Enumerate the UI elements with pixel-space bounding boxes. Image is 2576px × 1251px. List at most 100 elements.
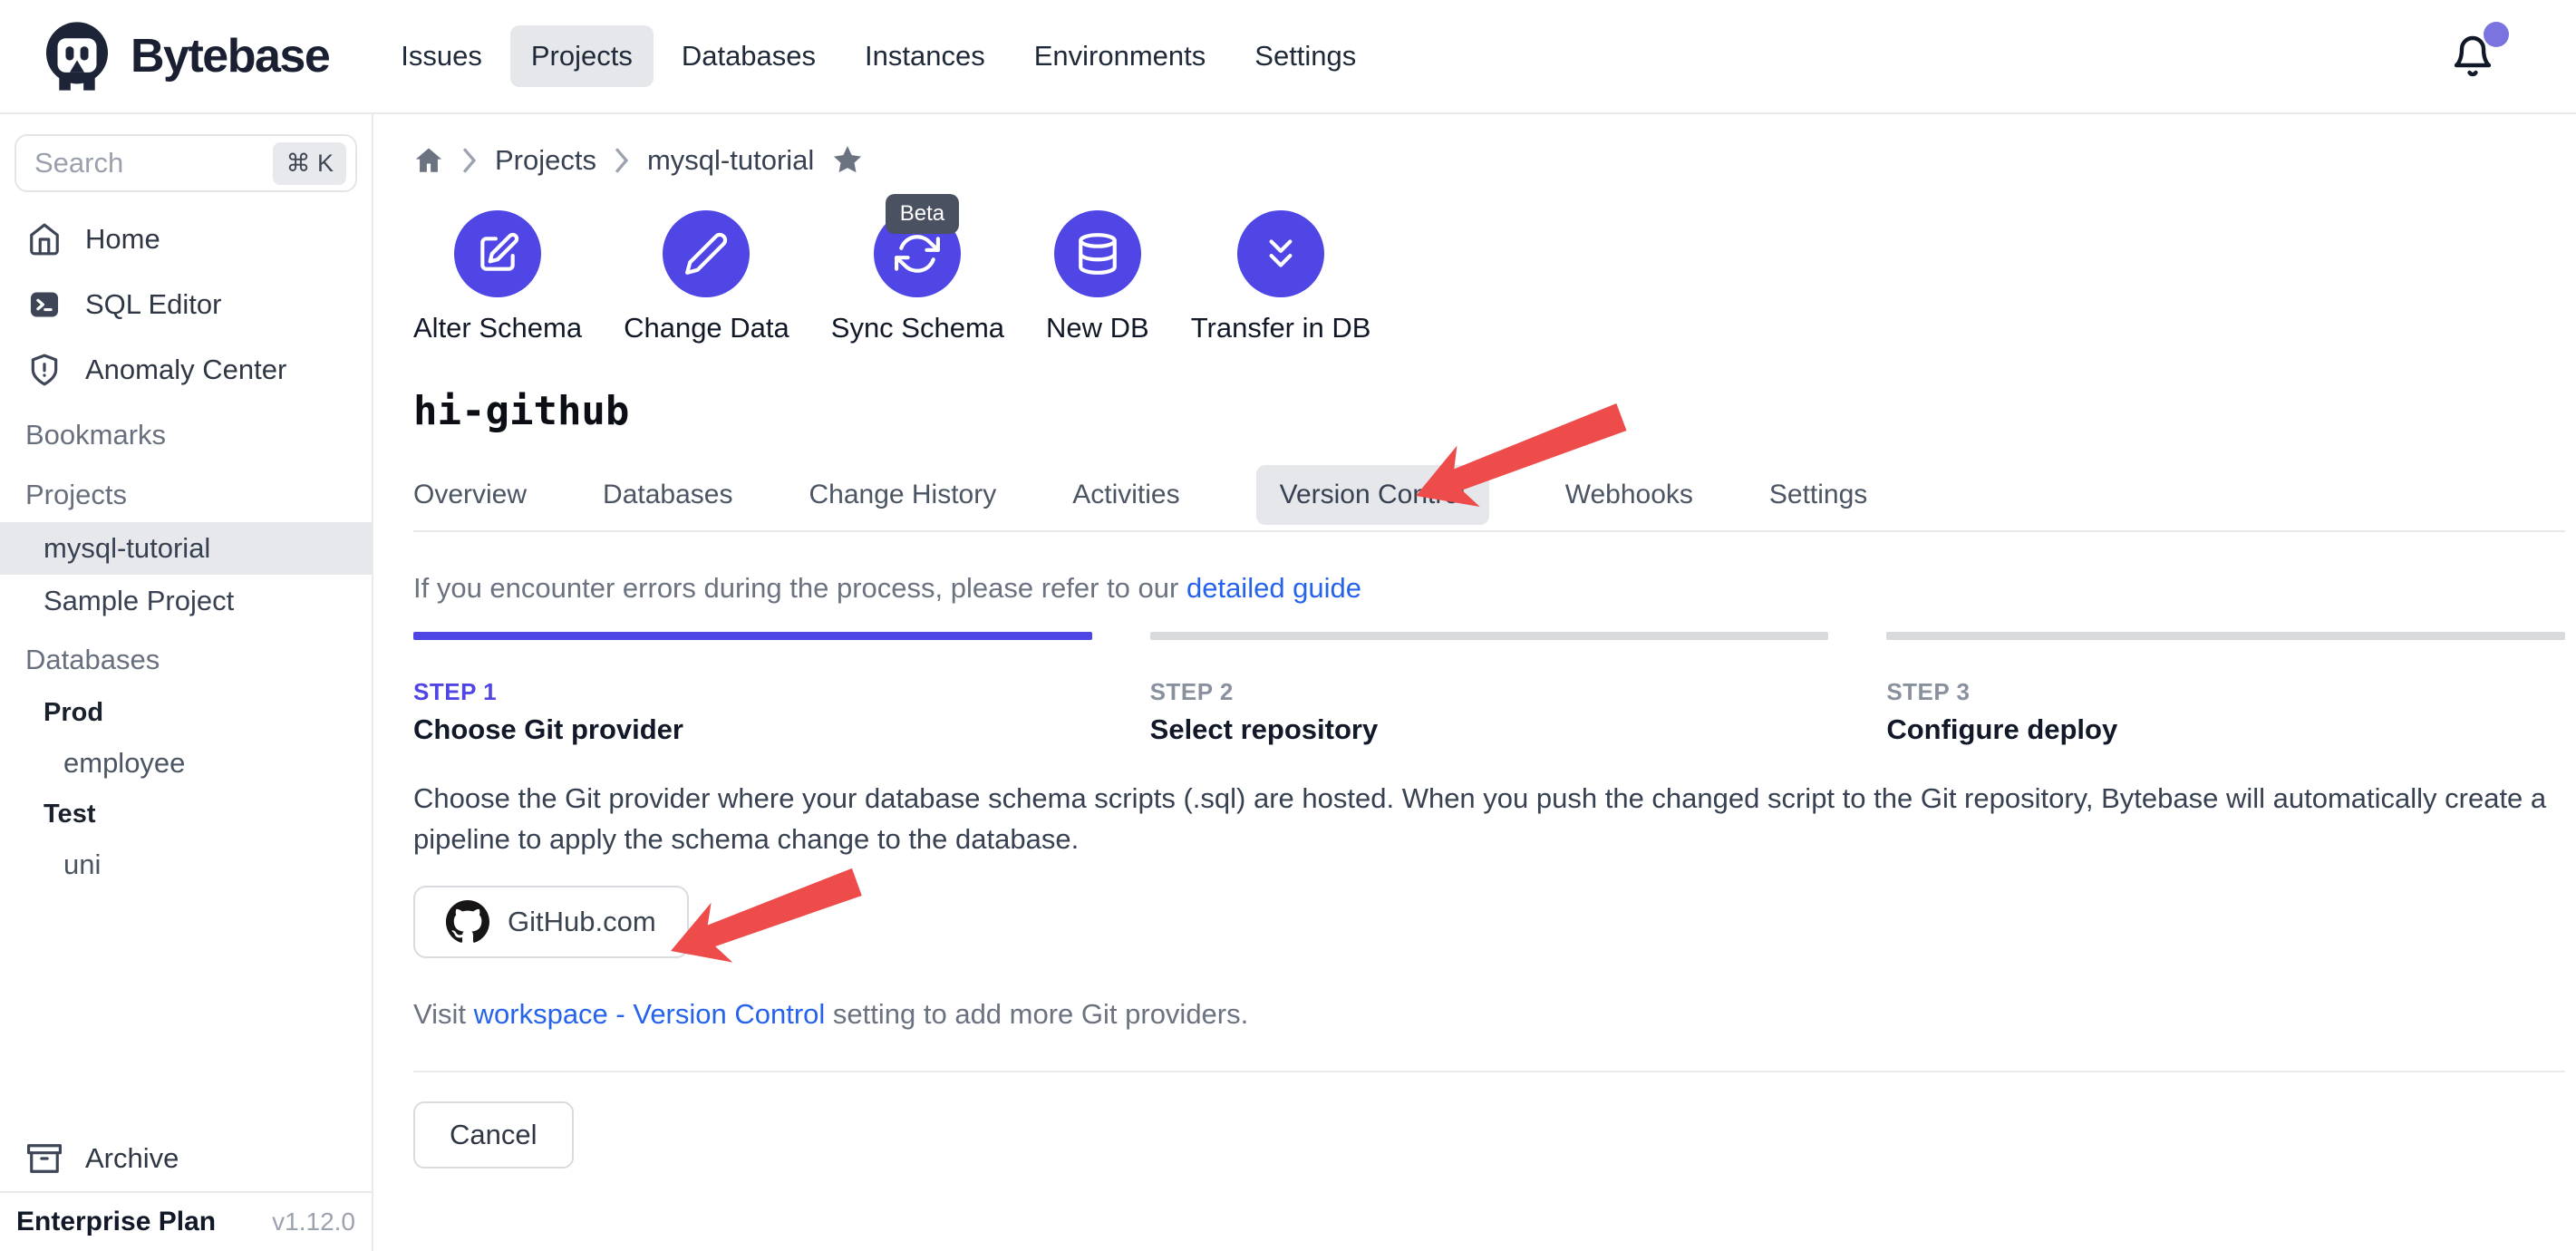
wizard-steps: STEP 1 Choose Git provider STEP 2 Select… — [413, 632, 2565, 746]
action-sync-schema[interactable]: Beta Sync Schema — [831, 210, 1004, 344]
step-label: STEP 3 — [1886, 678, 2565, 706]
notification-bell-icon[interactable] — [2451, 34, 2494, 78]
step-3: STEP 3 Configure deploy — [1886, 632, 2565, 746]
environment-prod: Prod — [0, 687, 372, 738]
tab-change-history[interactable]: Change History — [809, 480, 996, 510]
notice-text: If you encounter errors during the proce… — [413, 572, 1186, 604]
environment-test: Test — [0, 789, 372, 839]
sidebar-item-label: Archive — [85, 1142, 179, 1175]
app-version: v1.12.0 — [272, 1207, 355, 1236]
sidebar-item-label: Home — [85, 223, 160, 256]
chevrons-down-icon — [1258, 231, 1303, 276]
footer-divider — [413, 1071, 2565, 1072]
visit-prefix: Visit — [413, 998, 474, 1030]
detailed-guide-link[interactable]: detailed guide — [1186, 572, 1361, 604]
search-input[interactable] — [34, 147, 273, 179]
sync-icon — [895, 231, 940, 276]
sidebar-item-label: SQL Editor — [85, 288, 221, 321]
breadcrumb-home-icon[interactable] — [413, 145, 444, 176]
sidebar-item-archive[interactable]: Archive — [0, 1126, 372, 1191]
cancel-button[interactable]: Cancel — [413, 1101, 574, 1169]
tab-webhooks[interactable]: Webhooks — [1565, 480, 1693, 510]
transfer-in-db-button[interactable] — [1237, 210, 1324, 297]
shield-alert-icon — [27, 353, 62, 387]
action-alter-schema[interactable]: Alter Schema — [413, 210, 582, 344]
step-label: STEP 2 — [1150, 678, 1829, 706]
section-label-bookmarks: Bookmarks — [0, 402, 372, 462]
breadcrumb-current-project[interactable]: mysql-tutorial — [647, 144, 814, 177]
archive-icon — [27, 1141, 62, 1176]
nav-settings[interactable]: Settings — [1234, 25, 1377, 87]
new-db-button[interactable] — [1054, 210, 1141, 297]
workspace-version-control-link[interactable]: workspace - Version Control — [474, 998, 826, 1030]
chevron-right-icon — [460, 147, 479, 174]
alter-schema-button[interactable] — [454, 210, 541, 297]
action-label: New DB — [1046, 312, 1149, 344]
change-data-button[interactable] — [663, 210, 750, 297]
action-label: Transfer in DB — [1191, 312, 1371, 344]
sidebar-item-anomaly-center[interactable]: Anomaly Center — [0, 337, 372, 402]
sidebar-footer: Enterprise Plan v1.12.0 — [0, 1191, 372, 1251]
bytebase-logo[interactable]: Bytebase — [38, 17, 329, 95]
bytebase-logo-icon — [38, 17, 116, 95]
action-label: Alter Schema — [413, 312, 582, 344]
visit-workspace-note: Visit workspace - Version Control settin… — [413, 998, 2565, 1031]
home-icon — [27, 222, 62, 257]
sidebar: ⌘ K Home SQL Editor Anomaly Center Bookm… — [0, 114, 373, 1251]
step-label: STEP 1 — [413, 678, 1092, 706]
tab-databases[interactable]: Databases — [603, 480, 732, 510]
nav-environments[interactable]: Environments — [1013, 25, 1227, 87]
nav-projects[interactable]: Projects — [510, 25, 654, 87]
sidebar-database-employee[interactable]: employee — [0, 738, 372, 789]
sidebar-item-sql-editor[interactable]: SQL Editor — [0, 272, 372, 337]
tab-settings[interactable]: Settings — [1769, 480, 1867, 510]
project-tabs: Overview Databases Change History Activi… — [413, 460, 2565, 532]
action-change-data[interactable]: Change Data — [624, 210, 789, 344]
step-progress-bar — [1150, 632, 1829, 640]
error-notice: If you encounter errors during the proce… — [413, 572, 2565, 605]
github-provider-label: GitHub.com — [508, 906, 656, 938]
favorite-star-icon[interactable] — [830, 143, 865, 178]
sidebar-project-mysql-tutorial[interactable]: mysql-tutorial — [0, 522, 372, 575]
search-box: ⌘ K — [15, 134, 357, 192]
step-progress-bar — [413, 632, 1092, 640]
database-icon — [1075, 231, 1120, 276]
github-icon — [446, 900, 489, 944]
sidebar-database-uni[interactable]: uni — [0, 839, 372, 890]
top-nav: Issues Projects Databases Instances Envi… — [380, 25, 1377, 87]
breadcrumb-projects[interactable]: Projects — [495, 144, 596, 177]
sidebar-project-sample-project[interactable]: Sample Project — [0, 575, 372, 627]
search-shortcut-key: ⌘ K — [273, 142, 346, 185]
unread-notification-dot — [2484, 22, 2509, 47]
step-1: STEP 1 Choose Git provider — [413, 632, 1092, 746]
nav-databases[interactable]: Databases — [661, 25, 837, 87]
step-title: Choose Git provider — [413, 713, 1092, 746]
tab-overview[interactable]: Overview — [413, 480, 527, 510]
step-progress-bar — [1886, 632, 2565, 640]
tab-activities[interactable]: Activities — [1072, 480, 1179, 510]
plan-name: Enterprise Plan — [16, 1207, 216, 1237]
action-new-db[interactable]: New DB — [1046, 210, 1149, 344]
visit-suffix: setting to add more Git providers. — [825, 998, 1248, 1030]
chevron-right-icon — [613, 147, 631, 174]
sidebar-item-home[interactable]: Home — [0, 207, 372, 272]
top-header: Bytebase Issues Projects Databases Insta… — [0, 0, 2576, 114]
breadcrumb: Projects mysql-tutorial — [413, 143, 2565, 178]
beta-badge: Beta — [886, 194, 959, 234]
page-title: hi-github — [413, 388, 2565, 434]
edit-square-icon — [475, 231, 520, 276]
nav-issues[interactable]: Issues — [380, 25, 503, 87]
step-2: STEP 2 Select repository — [1150, 632, 1829, 746]
section-label-projects: Projects — [0, 462, 372, 522]
nav-instances[interactable]: Instances — [844, 25, 1006, 87]
brand-name: Bytebase — [131, 29, 329, 83]
tab-version-control[interactable]: Version Control — [1256, 465, 1489, 525]
pencil-icon — [683, 231, 729, 276]
action-transfer-in-db[interactable]: Transfer in DB — [1191, 210, 1371, 344]
action-label: Sync Schema — [831, 312, 1004, 344]
github-provider-button[interactable]: GitHub.com — [413, 886, 689, 958]
step-description: Choose the Git provider where your datab… — [413, 779, 2565, 860]
step-title: Configure deploy — [1886, 713, 2565, 746]
main-content: Projects mysql-tutorial Alter Schema — [373, 114, 2576, 1251]
terminal-icon — [27, 287, 62, 322]
